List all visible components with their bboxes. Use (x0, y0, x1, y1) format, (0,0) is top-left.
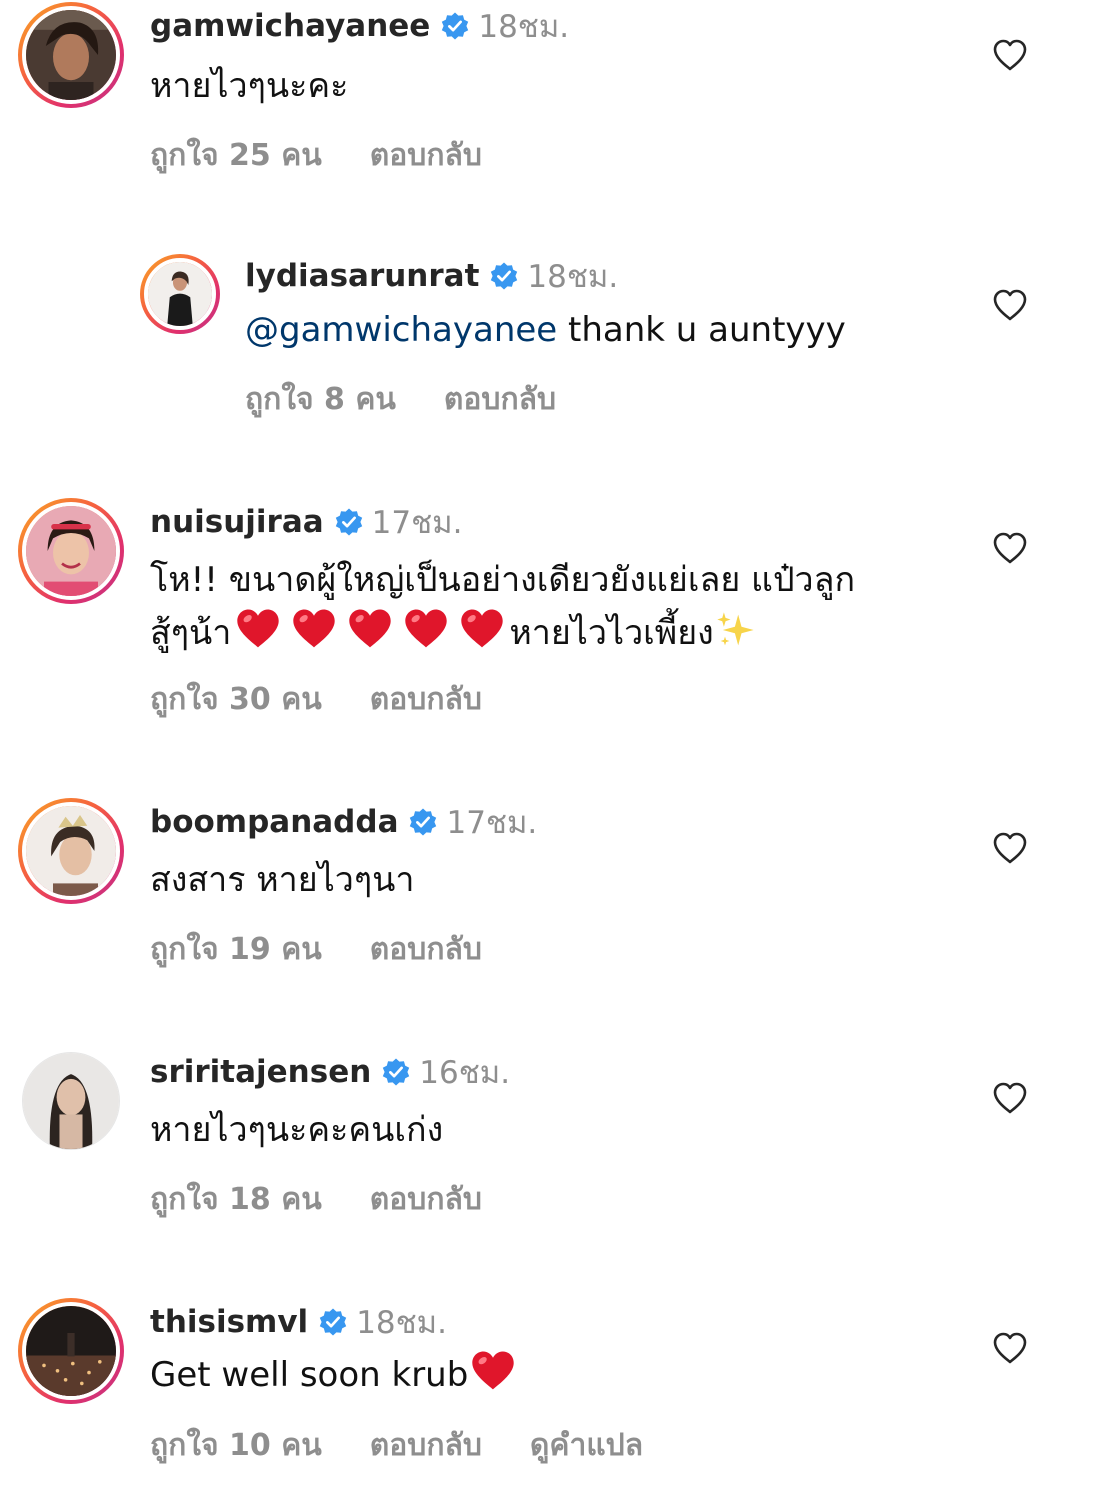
comment-header: gamwichayanee 18ชม. (150, 4, 569, 48)
red-heart-emoji (235, 606, 281, 652)
comment-actions: ถูกใจ 19 คน ตอบกลับ (150, 926, 530, 973)
comment-text-content: หายไวๆนะคะคนเก่ง (150, 1110, 444, 1150)
username[interactable]: sriritajensen (150, 1054, 371, 1090)
heart-outline-icon[interactable] (990, 528, 1030, 568)
timestamp: 18ชม. (478, 9, 570, 45)
avatar-image (26, 506, 116, 596)
comment-text: สงสาร หายไวๆนา (150, 854, 950, 906)
red-heart-emoji (459, 606, 505, 652)
comment-text-line: สู้ๆน้า หายไวไวเพี้ยง (150, 606, 970, 659)
verified-badge-icon (334, 507, 364, 537)
comment-text-content: หายไวๆนะคะ (150, 66, 349, 106)
heart-outline-icon[interactable] (990, 35, 1030, 75)
comment-text: โห!! ขนาดผู้ใหญ่เป็นอย่างเดียวยังแย่เลย … (150, 554, 970, 659)
heart-outline-icon[interactable] (990, 1078, 1030, 1118)
likes-count[interactable]: ถูกใจ 18 คน (150, 1176, 322, 1223)
timestamp: 17ชม. (446, 805, 538, 841)
likes-count[interactable]: ถูกใจ 25 คน (150, 132, 322, 179)
see-translation-button[interactable]: ดูคำแปล (530, 1422, 643, 1469)
comment-item: thisismvl 18ชม. Get well soon krub ถูกใจ… (0, 1296, 1094, 1496)
comment-text: หายไวๆนะคะ (150, 60, 950, 112)
likes-count[interactable]: ถูกใจ 19 คน (150, 926, 322, 973)
username[interactable]: thisismvl (150, 1304, 308, 1340)
avatar[interactable] (18, 498, 124, 604)
heart-outline-icon[interactable] (990, 285, 1030, 325)
sparkles-emoji (714, 608, 758, 652)
red-heart-emoji (291, 606, 337, 652)
timestamp: 18ชม. (527, 259, 619, 295)
comment-text-content: สงสาร หายไวๆนา (150, 860, 415, 900)
verified-badge-icon (318, 1307, 348, 1337)
heart-outline-icon[interactable] (990, 828, 1030, 868)
comment-header: nuisujiraa 17ชม. (150, 500, 462, 544)
comment-actions: ถูกใจ 25 คน ตอบกลับ (150, 132, 530, 179)
timestamp: 18ชม. (356, 1305, 447, 1341)
reply-button[interactable]: ตอบกลับ (370, 926, 482, 973)
red-heart-emoji (403, 606, 449, 652)
likes-count[interactable]: ถูกใจ 8 คน (245, 376, 396, 423)
comment-text: หายไวๆนะคะคนเก่ง (150, 1104, 950, 1156)
comment-item: nuisujiraa 17ชม. โห!! ขนาดผู้ใหญ่เป็นอย่… (0, 496, 1094, 736)
verified-badge-icon (408, 807, 438, 837)
username[interactable]: nuisujiraa (150, 504, 324, 540)
comment-text-content: thank u auntyyy (557, 310, 846, 350)
timestamp: 17ชม. (371, 505, 463, 541)
comment-text-line: โห!! ขนาดผู้ใหญ่เป็นอย่างเดียวยังแย่เลย … (150, 560, 856, 600)
avatar[interactable] (140, 254, 220, 334)
avatar[interactable] (18, 1048, 124, 1154)
comment-actions: ถูกใจ 18 คน ตอบกลับ (150, 1176, 530, 1223)
avatar[interactable] (18, 798, 124, 904)
likes-count[interactable]: ถูกใจ 30 คน (150, 676, 322, 723)
red-heart-emoji (470, 1348, 516, 1394)
likes-count[interactable]: ถูกใจ 10 คน (150, 1422, 322, 1469)
avatar-image (26, 10, 116, 100)
mention-link[interactable]: @gamwichayanee (245, 310, 557, 350)
avatar[interactable] (18, 2, 124, 108)
avatar-image (148, 262, 212, 326)
reply-button[interactable]: ตอบกลับ (370, 1422, 482, 1469)
comment-actions: ถูกใจ 8 คน ตอบกลับ (245, 376, 604, 423)
comment-text-content: Get well soon krub (150, 1355, 469, 1395)
comment-header: lydiasarunrat 18ชม. (245, 254, 618, 298)
reply-button[interactable]: ตอบกลับ (370, 132, 482, 179)
timestamp: 16ชม. (419, 1055, 511, 1091)
avatar-image (26, 806, 116, 896)
comment-item: boompanadda 17ชม. สงสาร หายไวๆนา ถูกใจ 1… (0, 796, 1094, 996)
username[interactable]: gamwichayanee (150, 8, 430, 44)
red-heart-emoji (347, 606, 393, 652)
reply-button[interactable]: ตอบกลับ (370, 1176, 482, 1223)
comment-text-content: หายไวไวเพี้ยง (509, 613, 714, 653)
username[interactable]: lydiasarunrat (245, 258, 479, 294)
comment-header: boompanadda 17ชม. (150, 800, 537, 844)
avatar[interactable] (18, 1298, 124, 1404)
avatar-image (23, 1053, 119, 1149)
comment-item: gamwichayanee 18ชม. หายไวๆนะคะ ถูกใจ 25 … (0, 0, 1094, 200)
verified-badge-icon (489, 261, 519, 291)
comment-actions: ถูกใจ 30 คน ตอบกลับ (150, 676, 530, 723)
comment-text-content: สู้ๆน้า (150, 613, 232, 653)
username[interactable]: boompanadda (150, 804, 398, 840)
comment-text: @gamwichayanee thank u auntyyy (245, 304, 1045, 356)
comment-header: sriritajensen 16ชม. (150, 1050, 510, 1094)
comment-header: thisismvl 18ชม. (150, 1300, 447, 1344)
heart-outline-icon[interactable] (990, 1328, 1030, 1368)
reply-button[interactable]: ตอบกลับ (370, 676, 482, 723)
reply-button[interactable]: ตอบกลับ (444, 376, 556, 423)
reply-item: lydiasarunrat 18ชม. @gamwichayanee thank… (0, 252, 1094, 452)
comment-text: Get well soon krub (150, 1348, 950, 1401)
verified-badge-icon (440, 11, 470, 41)
comment-actions: ถูกใจ 10 คน ตอบกลับ ดูคำแปล (150, 1422, 691, 1469)
avatar-image (26, 1306, 116, 1396)
comment-item: sriritajensen 16ชม. หายไวๆนะคะคนเก่ง ถูก… (0, 1046, 1094, 1246)
verified-badge-icon (381, 1057, 411, 1087)
